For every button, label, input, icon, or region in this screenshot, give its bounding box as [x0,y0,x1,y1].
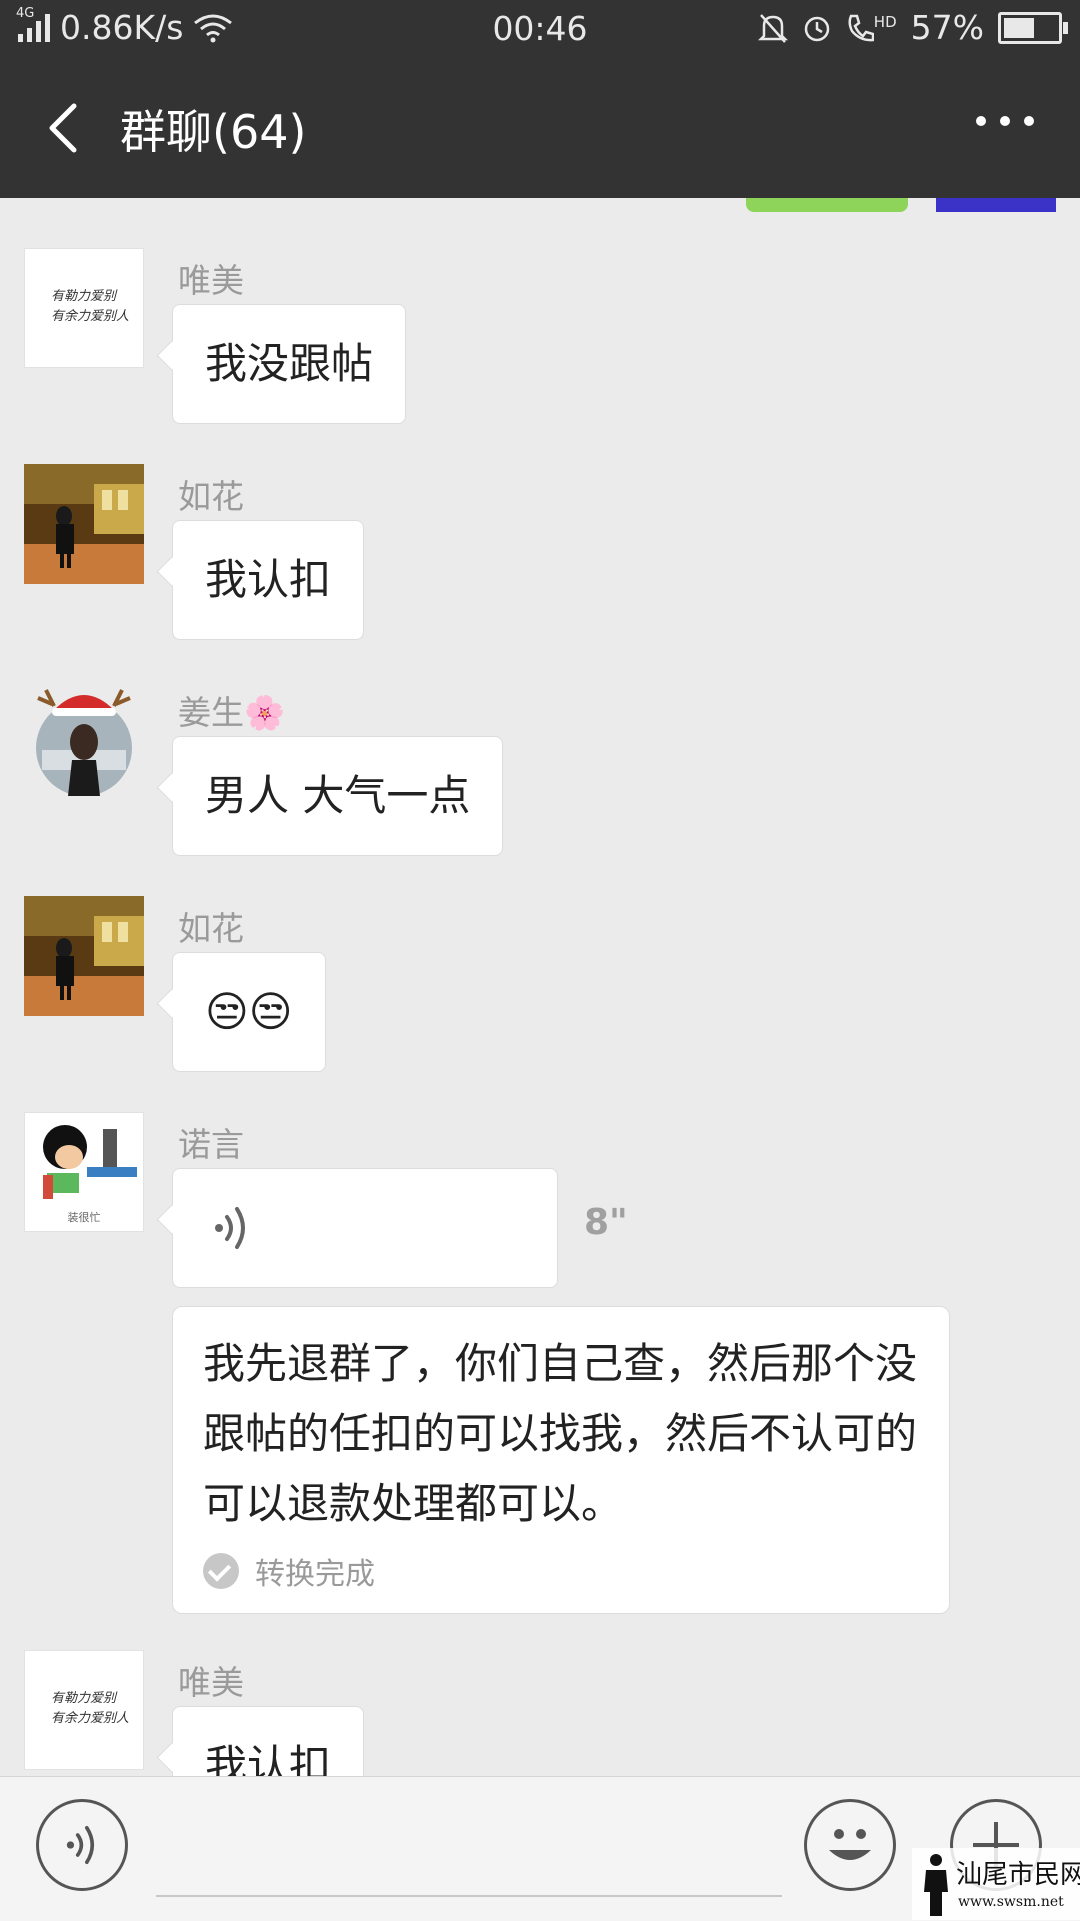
avatar-text: 有勒力爱别 [51,1691,117,1706]
sender-name: 唯美 [178,1663,244,1702]
message-bubble[interactable]: 男人 大气一点 [172,736,504,856]
transcript-text: 我先退群了，你们自己查，然后那个没跟帖的任扣的可以找我，然后不认可的可以退款处理… [203,1339,918,1528]
message-input[interactable] [156,1895,782,1897]
status-bar: 4G 0.86K/s 00:46 HD 57% [0,0,1080,58]
sender-name: 姜生🌸 [178,693,286,732]
watermark-name: 汕尾市民网 [956,1860,1080,1890]
avatar-station[interactable] [24,464,144,584]
avatar-calligraphy[interactable]: 有勒力爱别 有余力爱别人 [24,1650,144,1770]
avatar-text: 有余力爱别人 [51,1711,130,1726]
watermark-url: www.swsm.net [958,1894,1064,1910]
chat-header: 群聊(64) [0,58,1080,198]
battery-percent: 57% [910,8,984,47]
partial-sticker [746,198,908,212]
mute-bell-icon [757,13,788,43]
hd-call-icon: HD [846,13,897,43]
silhouette-logo [924,1854,948,1916]
transcript-status: 转换完成 [255,1557,375,1592]
avatar-station[interactable] [24,896,144,1016]
voice-input-button[interactable] [36,1799,128,1891]
sender-name: 诺言 [178,1125,244,1164]
voice-transcript[interactable]: 我先退群了，你们自己查，然后那个没跟帖的任扣的可以找我，然后不认可的可以退款处理… [172,1306,950,1614]
avatar-calligraphy[interactable]: 有勒力爱别 有余力爱别人 [24,248,144,368]
avatar-text: 有余力爱别人 [51,309,130,324]
watermark: 汕尾市民网 www.swsm.net [912,1848,1080,1920]
voice-message-bubble[interactable] [172,1168,558,1288]
chevron-left-icon[interactable] [38,98,98,158]
hd-label: HD [873,12,897,31]
sender-name: 如花 [178,909,244,948]
avatar-christmas-hat[interactable] [24,680,144,800]
voice-wave-icon [66,1825,95,1865]
more-dots-icon[interactable] [976,116,1034,126]
check-circle-icon [203,1553,239,1589]
battery-icon [998,11,1068,44]
voice-duration: 8" [584,1202,628,1243]
message-bubble[interactable]: 我认扣 [172,520,365,640]
sender-name: 如花 [178,477,244,516]
partial-image [936,198,1056,212]
voice-wave-icon [215,1207,245,1249]
emoji-button[interactable] [804,1799,896,1891]
message-bubble[interactable]: 😒😒 [172,952,326,1072]
emoji-icon [829,1829,871,1860]
alarm-icon [804,16,830,41]
avatar-cartoon[interactable]: 装很忙 [24,1112,144,1232]
message-bubble[interactable]: 我没跟帖 [172,304,407,424]
sender-name: 唯美 [178,261,244,300]
page-title: 群聊(64) [120,105,307,159]
avatar-text: 有勒力爱别 [51,289,117,304]
avatar-caption: 装很忙 [67,1211,101,1224]
